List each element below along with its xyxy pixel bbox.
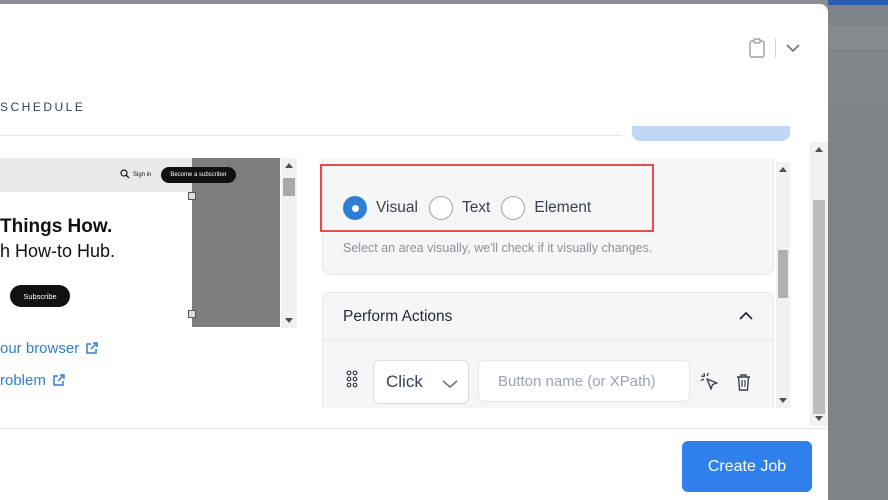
create-job-modal: SCHEDULE Sign in Become a subscriber Thi… (0, 4, 828, 500)
perform-actions-card: Perform Actions Click (322, 292, 774, 408)
target-selector-input[interactable] (478, 360, 690, 402)
radio-visual[interactable]: Visual (343, 196, 418, 220)
tab-divider (0, 135, 622, 136)
search-icon (120, 169, 130, 179)
preview-subscriber-button: Become a subscriber (161, 167, 236, 183)
link-label: roblem (0, 372, 46, 389)
scroll-down-arrow-icon[interactable] (285, 318, 293, 323)
page-preview[interactable]: Sign in Become a subscriber Things How. … (0, 158, 298, 328)
scrollbar-thumb[interactable] (778, 250, 788, 298)
radio-label: Text (461, 199, 491, 216)
background-accent-bar (828, 0, 888, 5)
perform-actions-title: Perform Actions (343, 308, 453, 325)
background-app (828, 0, 888, 500)
drag-handle-icon[interactable] (346, 370, 358, 388)
modal-scrollbar[interactable] (810, 142, 828, 426)
preview-subscribe-button: Subscribe (10, 285, 70, 307)
chevron-down-icon (442, 380, 458, 389)
preview-scrollbar[interactable] (281, 158, 297, 328)
monitor-type-hint: Select an area visually, we'll check if … (343, 241, 653, 255)
preview-overlay (192, 158, 280, 327)
external-link-icon (86, 342, 98, 354)
preview-signin: Sign in (133, 172, 152, 178)
open-in-browser-link[interactable]: our browser (0, 340, 98, 357)
radio-selected-icon (343, 196, 367, 220)
report-problem-link[interactable]: roblem (0, 372, 65, 389)
clipboard-icon[interactable] (749, 38, 765, 58)
scroll-down-arrow-icon[interactable] (815, 416, 823, 421)
radio-unselected-icon (428, 196, 453, 220)
link-label: our browser (0, 340, 80, 357)
header-divider (775, 38, 776, 58)
radio-unselected-icon (501, 196, 526, 220)
header-actions (749, 38, 800, 58)
scrollbar-thumb[interactable] (813, 200, 825, 414)
scroll-down-arrow-icon[interactable] (779, 398, 787, 403)
scroll-up-arrow-icon[interactable] (815, 147, 823, 152)
scroll-up-arrow-icon[interactable] (285, 163, 293, 168)
tab-schedule[interactable]: SCHEDULE (0, 100, 85, 114)
settings-scrollbar[interactable] (776, 162, 790, 408)
scroll-up-arrow-icon[interactable] (779, 167, 787, 172)
radio-element[interactable]: Element (501, 196, 591, 220)
selection-handle[interactable] (188, 192, 196, 200)
button-fragment[interactable] (632, 126, 790, 141)
external-link-icon (53, 374, 65, 386)
scrollbar-thumb[interactable] (283, 178, 295, 196)
background-band (828, 26, 888, 50)
footer-divider (0, 428, 828, 429)
monitor-type-card: Visual Text Element Select an area visua… (322, 158, 774, 275)
radio-label: Visual (376, 199, 418, 216)
monitor-type-group: Visual Text Element (343, 196, 602, 220)
selection-handle[interactable] (188, 310, 196, 318)
action-type-select[interactable]: Click (373, 360, 469, 404)
perform-actions-header[interactable]: Perform Actions (323, 293, 773, 341)
create-job-button[interactable]: Create Job (682, 441, 812, 492)
radio-label: Element (534, 199, 592, 216)
chevron-up-icon[interactable] (739, 311, 753, 321)
chevron-down-icon[interactable] (786, 43, 800, 53)
trash-icon[interactable] (736, 373, 751, 391)
element-picker-icon[interactable] (700, 372, 720, 392)
preview-subheadline: h How-to Hub. (0, 241, 116, 261)
radio-text[interactable]: Text (428, 196, 491, 220)
action-type-value: Click (386, 372, 423, 391)
settings-panel: Visual Text Element Select an area visua… (322, 158, 790, 408)
preview-headline: Things How. (0, 216, 113, 237)
background-band (828, 52, 888, 106)
